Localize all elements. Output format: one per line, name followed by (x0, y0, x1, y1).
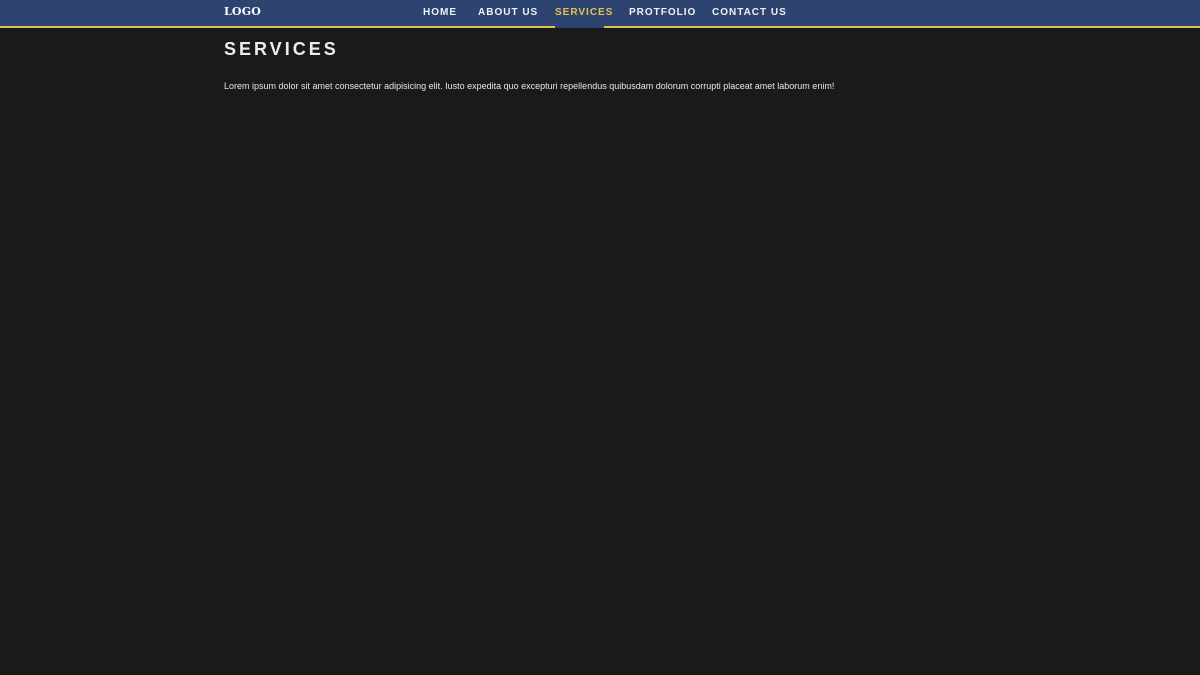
nav-portfolio[interactable]: PROTFOLIO (629, 0, 696, 26)
nav-home[interactable]: HOME (423, 0, 457, 26)
nav-contact-us[interactable]: CONTACT US (712, 0, 787, 26)
top-navbar: LOGO HOME ABOUT US SERVICES PROTFOLIO CO… (0, 0, 1200, 28)
page-description: Lorem ipsum dolor sit amet consectetur a… (224, 81, 835, 91)
main-content: SERVICES Lorem ipsum dolor sit amet cons… (224, 38, 984, 93)
main-nav: HOME ABOUT US SERVICES PROTFOLIO CONTACT… (0, 0, 1200, 28)
nav-services[interactable]: SERVICES (555, 0, 612, 28)
nav-about-us[interactable]: ABOUT US (478, 0, 538, 26)
page-title: SERVICES (224, 39, 339, 59)
